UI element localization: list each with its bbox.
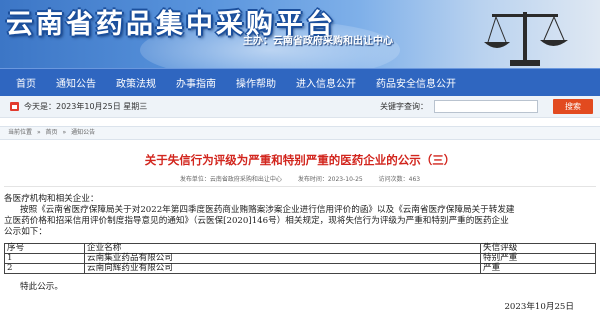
body-line: 公示如下： [4, 227, 47, 237]
nav-item-notices[interactable]: 通知公告 [56, 75, 96, 90]
nav-item-help[interactable]: 操作帮助 [236, 75, 276, 90]
table-cell: 1 [4, 253, 85, 264]
article-meta: 发布单位：云南省政府采购和出让中心 发布时间：2023-10-25 访问次数：4… [0, 174, 600, 183]
date-search-bar: 今天是：2023年10月25日 星期三 关键字查询： 搜索 [0, 96, 600, 118]
table-cell: 云南向辉药业有限公司 [84, 263, 481, 274]
table-header-row: 序号 企业名称 失信评级 [4, 243, 596, 254]
article-publisher: 发布单位：云南省政府采购和出让中心 [179, 176, 282, 183]
nav-item-home[interactable]: 首页 [16, 75, 36, 90]
nav-item-guide[interactable]: 办事指南 [176, 75, 216, 90]
breadcrumb-notices-link[interactable]: 通知公告 [71, 129, 95, 136]
nav-item-policies[interactable]: 政策法规 [116, 75, 156, 90]
table-header-cell: 失信评级 [480, 243, 596, 254]
nav-item-info-disclosure[interactable]: 进入信息公开 [296, 75, 356, 90]
breadcrumb-separator: » [62, 129, 67, 136]
calendar-icon [10, 102, 19, 111]
main-nav: 首页 通知公告 政策法规 办事指南 操作帮助 进入信息公开 药品安全信息公开 [0, 68, 600, 96]
breadcrumb-label: 当前位置 [8, 129, 33, 136]
search-input[interactable] [434, 100, 538, 113]
signature-date: 2023年10月25日 [504, 302, 574, 311]
sponsor-text: 主办：云南省政府采购和出让中心 [243, 36, 393, 47]
body-line: 按照《云南省医疗保障局关于对2022年第四季度医药商业贿赂案涉案企业进行信用评价… [20, 205, 515, 215]
current-date: 今天是：2023年10月25日 星期三 [24, 102, 148, 111]
table-cell: 云南集业药品有限公司 [84, 253, 481, 264]
table-header-cell: 企业名称 [84, 243, 481, 254]
table-cell: 2 [4, 263, 85, 274]
closing-text: 特此公示。 [20, 282, 63, 292]
table-cell: 严重 [480, 263, 596, 274]
scales-of-justice-icon [484, 12, 568, 66]
greeting: 各医疗机构和相关企业： [4, 194, 99, 204]
notice-table: 序号 企业名称 失信评级 1 云南集业药品有限公司 特别严重 2 云南向辉药业有… [4, 243, 596, 274]
table-row: 2 云南向辉药业有限公司 严重 [4, 263, 596, 274]
breadcrumb: 当前位置 » 首页 » 通知公告 [0, 126, 600, 140]
article-body: 各医疗机构和相关企业： 按照《云南省医疗保障局关于对2022年第四季度医药商业贿… [4, 194, 596, 238]
article-date: 发布时间：2023-10-25 [297, 176, 363, 183]
article-title: 关于失信行为评级为严重和特别严重的医药企业的公示（三） [144, 153, 456, 167]
table-cell: 特别严重 [480, 253, 596, 264]
search-button[interactable]: 搜索 [553, 99, 593, 114]
keyword-label: 关键字查询： [380, 102, 428, 111]
divider [4, 186, 596, 187]
breadcrumb-separator: » [36, 129, 41, 136]
breadcrumb-home-link[interactable]: 首页 [46, 129, 58, 136]
body-line: 立医药价格和招采信用评价制度指导意见的通知》（云医保[2020]146号）相关规… [4, 216, 509, 226]
site-banner: 云南省药品集中采购平台 主办：云南省政府采购和出让中心 [0, 0, 600, 68]
article-views: 访问次数：463 [378, 176, 421, 183]
table-row: 1 云南集业药品有限公司 特别严重 [4, 253, 596, 264]
table-header-cell: 序号 [4, 243, 85, 254]
nav-item-drug-safety[interactable]: 药品安全信息公开 [376, 75, 456, 90]
